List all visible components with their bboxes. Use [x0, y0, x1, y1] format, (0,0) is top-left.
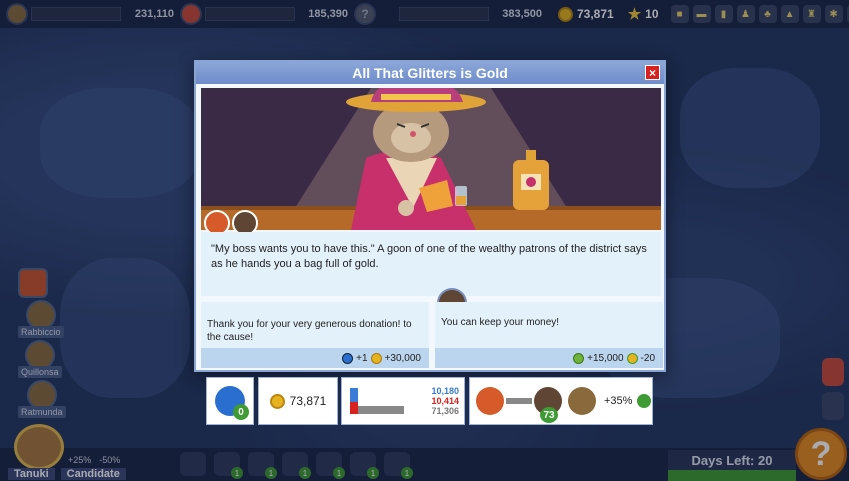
relation-bar	[506, 398, 532, 404]
bomb-icon: 0	[215, 386, 249, 420]
effect-value: +15,000	[587, 352, 624, 364]
hat-icon	[573, 352, 585, 364]
poll-values: 10,180 10,414 71,306	[431, 386, 459, 416]
coin-icon	[370, 352, 382, 364]
effect-value: +1	[356, 352, 368, 364]
event-dialog: All That Glitters is Gold × "My boss wan…	[194, 60, 666, 372]
coin-stat: 73,871	[258, 377, 338, 425]
poll-grey-value: 71,306	[431, 406, 459, 416]
choice-text: You can keep your money!	[441, 317, 560, 328]
close-button[interactable]: ×	[645, 65, 660, 80]
effect-value: +30,000	[384, 352, 421, 364]
poll-bar-grey	[358, 406, 404, 414]
bomb-icon	[342, 352, 354, 364]
influence-icon	[626, 352, 638, 364]
goon-icon: 73	[534, 387, 562, 423]
choice-text: Thank you for your very generous donatio…	[207, 319, 412, 343]
event-story-text: "My boss wants you to have this." A goon…	[201, 232, 661, 296]
poll-red-value: 10,414	[431, 396, 459, 406]
bomb-stat: 0	[206, 377, 254, 425]
poll-bar-red	[350, 402, 358, 414]
bomb-count: 0	[233, 404, 249, 420]
patron-icon	[476, 387, 504, 415]
choice-effects: +1 +30,000	[201, 348, 429, 368]
poll-bar-blue	[350, 388, 358, 402]
event-illustration	[201, 88, 661, 230]
choice-refuse-button[interactable]: You can keep your money! +15,000 -20	[435, 302, 663, 368]
relationship-stat: 73 +35%	[469, 377, 653, 425]
relation-level: 73	[540, 407, 558, 423]
poll-stat: 10,180 10,414 71,306	[341, 377, 465, 425]
dialog-title: All That Glitters is Gold	[352, 65, 508, 81]
poll-blue-value: 10,180	[431, 386, 459, 396]
dialog-title-bar: All That Glitters is Gold ×	[196, 62, 664, 84]
choice-effects: +15,000 -20	[435, 348, 663, 368]
coin-value: 73,871	[289, 394, 327, 408]
relation-bonus: +35%	[604, 395, 633, 407]
coin-icon	[269, 393, 285, 409]
choice-accept-button[interactable]: Thank you for your very generous donatio…	[201, 302, 429, 368]
tanuki-icon	[568, 387, 596, 415]
money-icon	[637, 394, 652, 408]
effect-value: -20	[640, 352, 655, 364]
